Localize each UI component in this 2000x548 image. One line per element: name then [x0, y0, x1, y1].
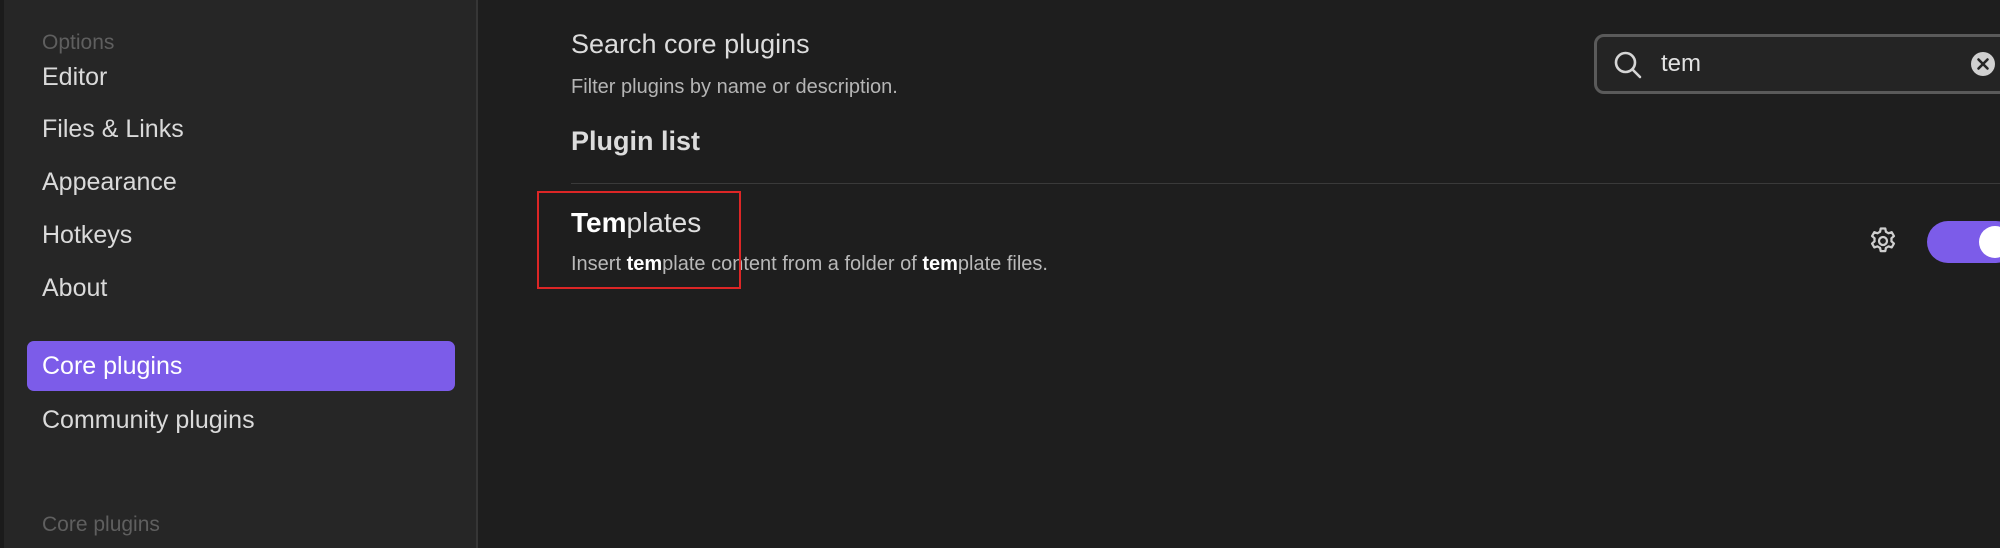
- settings-content: Search core plugins Filter plugins by na…: [478, 0, 2000, 548]
- settings-sidebar: Options Editor Files & Links Appearance …: [0, 0, 478, 548]
- sidebar-item-editor[interactable]: Editor: [27, 52, 455, 102]
- search-input[interactable]: [1661, 45, 1961, 83]
- settings-window: Options Editor Files & Links Appearance …: [0, 0, 2000, 548]
- sidebar-item-core-plugins[interactable]: Core plugins: [27, 341, 455, 391]
- highlight-box: [537, 191, 741, 289]
- plugin-desc-match: tem: [922, 253, 958, 275]
- sidebar-item-about[interactable]: About: [27, 263, 455, 313]
- search-setting-description: Filter plugins by name or description.: [571, 76, 898, 98]
- search-box[interactable]: [1594, 34, 2000, 94]
- plugin-list-heading: Plugin list: [571, 126, 701, 156]
- divider: [571, 183, 2000, 184]
- sidebar-item-appearance[interactable]: Appearance: [27, 157, 455, 207]
- sidebar-item-community-plugins[interactable]: Community plugins: [27, 395, 455, 445]
- search-setting-name: Search core plugins: [571, 29, 810, 59]
- search-icon: [1613, 50, 1643, 80]
- plugin-desc-part: plate files.: [957, 253, 1048, 275]
- toggle-knob: [1979, 226, 2000, 258]
- gear-icon[interactable]: [1867, 225, 1899, 257]
- core-plugins-section-header: Core plugins: [42, 513, 160, 536]
- sidebar-item-hotkeys[interactable]: Hotkeys: [27, 210, 455, 260]
- sidebar-edge: [0, 0, 4, 548]
- options-section-header: Options: [42, 31, 115, 54]
- plugin-enable-toggle[interactable]: [1927, 221, 2000, 263]
- sidebar-item-files-links[interactable]: Files & Links: [27, 104, 455, 154]
- clear-icon[interactable]: [1969, 50, 1997, 78]
